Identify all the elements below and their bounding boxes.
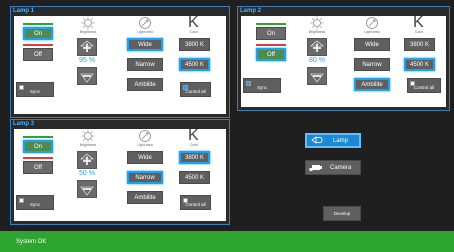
sync-label: Sync xyxy=(256,85,267,90)
control-all-toggle[interactable]: Control all xyxy=(180,82,211,97)
plus-icon xyxy=(310,40,324,52)
on-indicator-bar xyxy=(23,23,53,25)
kelvin-icon: K xyxy=(188,14,199,31)
development-nav-button[interactable]: Develop xyxy=(323,206,361,221)
sync-label: Sync xyxy=(29,89,40,94)
control-all-toggle[interactable]: Control all xyxy=(407,78,441,93)
plus-icon xyxy=(80,40,94,52)
lamp-title: Lamp 3 xyxy=(13,121,35,127)
color-4500k-button[interactable]: 4500 K xyxy=(179,171,210,184)
brightness-up-button[interactable] xyxy=(77,151,97,169)
control-all-label: Control all xyxy=(413,85,435,90)
color-3800k-button[interactable]: 3800 K xyxy=(179,38,210,51)
minus-icon xyxy=(80,186,94,196)
off-button[interactable]: Off xyxy=(256,48,286,61)
off-indicator-bar xyxy=(23,157,53,159)
sync-label: Sync xyxy=(29,202,40,207)
wide-button[interactable]: Wide xyxy=(127,38,163,51)
color-3800k-button[interactable]: 3800 K xyxy=(179,151,210,164)
on-indicator-bar xyxy=(256,23,286,25)
light-area-icon xyxy=(139,17,151,29)
lamp-title: Lamp 2 xyxy=(240,8,262,14)
light-area-caption: Light area xyxy=(137,143,153,147)
brightness-icon xyxy=(310,16,324,30)
plus-icon xyxy=(80,153,94,165)
brightness-up-button[interactable] xyxy=(307,38,327,56)
lamp-controls: On Off Brightness 80 % Light area Wide N… xyxy=(241,14,446,107)
kelvin-icon: K xyxy=(188,127,199,144)
brightness-value: 50 % xyxy=(79,170,95,177)
light-area-icon xyxy=(139,130,151,142)
lamp-title: Lamp 1 xyxy=(13,8,35,14)
lamp-nav-label: Lamp xyxy=(333,137,349,144)
on-indicator-bar xyxy=(23,136,53,138)
on-button[interactable]: On xyxy=(23,27,53,40)
narrow-button[interactable]: Narrow xyxy=(354,58,390,71)
color-3800k-button[interactable]: 3800 K xyxy=(404,38,435,51)
on-button[interactable]: On xyxy=(256,27,286,40)
color-4500k-button[interactable]: 4500 K xyxy=(404,58,435,71)
ambilite-button[interactable]: Ambilite xyxy=(127,191,163,204)
sync-toggle[interactable]: Sync xyxy=(16,82,54,97)
minus-icon xyxy=(80,73,94,83)
development-nav-label: Develop xyxy=(333,211,351,216)
brightness-icon xyxy=(81,129,95,143)
color-4500k-button[interactable]: 4500 K xyxy=(179,58,210,71)
brightness-caption: Brightness xyxy=(79,30,97,34)
sync-toggle[interactable]: Sync xyxy=(16,195,54,210)
light-area-caption: Light area xyxy=(364,30,380,34)
off-indicator-bar xyxy=(256,44,286,46)
wide-button[interactable]: Wide xyxy=(127,151,163,164)
control-all-label: Control all xyxy=(185,202,206,207)
camera-nav-label: Camera xyxy=(330,164,352,171)
lamp-controls: On Off Brightness 95 % Light area Wide N… xyxy=(14,14,226,114)
brightness-up-button[interactable] xyxy=(77,38,97,56)
lamp-panel-3: Lamp 3 On Off Brightness 50 % Light area… xyxy=(10,119,230,225)
camera-icon xyxy=(309,165,322,171)
off-button[interactable]: Off xyxy=(23,161,53,174)
color-caption: Color xyxy=(189,30,199,34)
status-bar: System OK xyxy=(0,231,454,252)
brightness-value: 95 % xyxy=(79,57,95,64)
brightness-caption: Brightness xyxy=(308,30,326,34)
brightness-caption: Brightness xyxy=(79,143,97,147)
control-all-label: Control all xyxy=(185,89,206,94)
lamp-panel-2: Lamp 2 On Off Brightness 80 % Light area… xyxy=(237,6,450,111)
sync-toggle[interactable]: Sync xyxy=(243,78,281,93)
brightness-down-button[interactable] xyxy=(77,180,97,198)
status-text: System OK xyxy=(16,238,47,245)
on-button[interactable]: On xyxy=(23,140,53,153)
brightness-icon xyxy=(81,16,95,30)
color-caption: Color xyxy=(414,30,424,34)
off-indicator-bar xyxy=(23,44,53,46)
minus-icon xyxy=(310,73,324,83)
lamp-controls: On Off Brightness 50 % Light area Wide N… xyxy=(14,127,226,221)
ambilite-button[interactable]: Ambilite xyxy=(127,78,163,91)
narrow-button[interactable]: Narrow xyxy=(127,171,163,184)
brightness-down-button[interactable] xyxy=(307,67,327,85)
wide-button[interactable]: Wide xyxy=(354,38,390,51)
brightness-value: 80 % xyxy=(309,57,325,64)
color-caption: Color xyxy=(189,143,199,147)
light-area-icon xyxy=(366,17,378,29)
off-button[interactable]: Off xyxy=(23,48,53,61)
lamp-panel-1: Lamp 1 On Off Brightness 95 % Light area… xyxy=(10,6,230,118)
lamp-icon xyxy=(311,136,323,144)
camera-nav-button[interactable]: Camera xyxy=(305,160,361,175)
brightness-down-button[interactable] xyxy=(77,67,97,85)
control-all-toggle[interactable]: Control all xyxy=(180,195,211,210)
ambilite-button[interactable]: Ambilite xyxy=(354,78,390,91)
kelvin-icon: K xyxy=(413,14,424,31)
narrow-button[interactable]: Narrow xyxy=(127,58,163,71)
lamp-nav-button[interactable]: Lamp xyxy=(305,133,361,148)
light-area-caption: Light area xyxy=(137,30,153,34)
